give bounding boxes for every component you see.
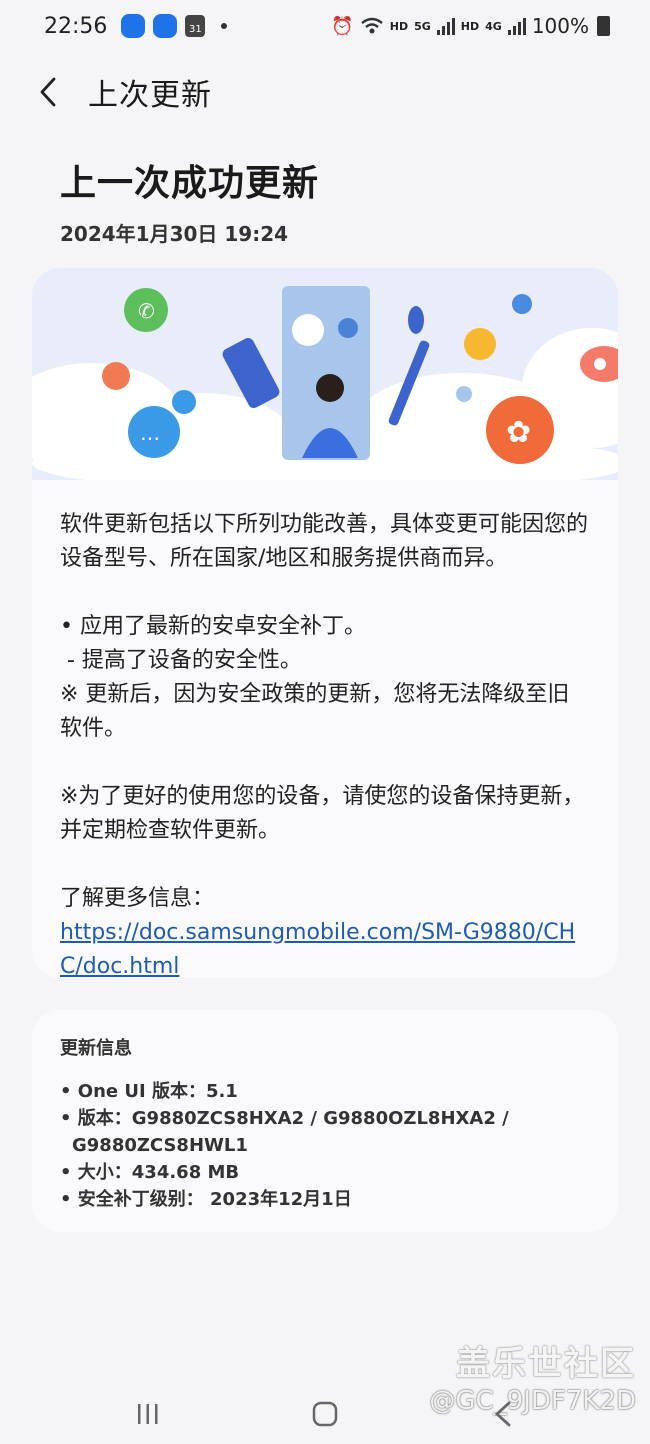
hd-badge-2: HD <box>460 19 480 33</box>
update-illustration: ✆ … ✿ <box>32 268 618 480</box>
security-patch-level: • 安全补丁级别： 2023年12月1日 <box>60 1189 352 1210</box>
build-version: • 版本：G9880ZCS8HXA2 / G9880OZL8HXA2 / <box>60 1108 509 1129</box>
battery-percent: 100% <box>531 14 589 38</box>
illustration-graphic: ✆ … ✿ <box>32 268 618 480</box>
watermark-community: 盖乐世社区 <box>456 1344 636 1384</box>
build-version-cont: G9880ZCS8HWL1 <box>72 1135 248 1156</box>
bullet-security-patch: • 应用了最新的安卓安全补丁。 <box>60 614 366 639</box>
notification-app-icon-2 <box>153 14 178 38</box>
alarm-icon: ⏰ <box>331 15 354 37</box>
update-details-card: ✆ … ✿ 软件更新包括以下所列功能改善，具体变更可能因您的设备型号、所在国家/… <box>32 268 618 978</box>
update-size: • 大小：434.68 MB <box>60 1162 240 1183</box>
navigation-bar <box>0 1384 650 1444</box>
more-notifications-dot-icon <box>221 23 228 29</box>
status-bar: 22:56 31 ⏰ HD 5G HD 4G 100% <box>0 0 650 52</box>
back-button[interactable] <box>18 62 78 122</box>
nav-back-icon <box>494 1401 511 1427</box>
bullet-security-sub: - 提高了设备的安全性。 <box>60 648 302 673</box>
recent-apps-button[interactable] <box>118 1392 178 1436</box>
notification-app-icon <box>121 14 146 38</box>
battery-icon <box>597 16 610 36</box>
signal-icon-2 <box>507 17 526 35</box>
recents-icon <box>138 1404 158 1424</box>
more-info-link[interactable]: https://doc.samsungmobile.com/SM-G9880/C… <box>60 916 590 978</box>
update-advice: ※为了更好的使用您的设备，请使您的设备保持更新，并定期检查软件更新。 <box>60 784 585 843</box>
status-time: 22:56 <box>44 13 108 39</box>
svg-text:…: … <box>140 421 160 445</box>
home-icon <box>312 1401 338 1427</box>
wifi-icon <box>360 17 383 34</box>
header-title: 上次更新 <box>88 78 212 113</box>
calendar-icon: 31 <box>185 15 206 37</box>
update-info-card: 更新信息 • One UI 版本：5.1 • 版本：G9880ZCS8HXA2 … <box>32 1010 618 1232</box>
update-date: 2024年1月30日 19:24 <box>60 222 289 246</box>
network-5g-label: 5G <box>414 19 431 33</box>
svg-text:✆: ✆ <box>138 299 155 323</box>
back-nav-button[interactable] <box>472 1392 532 1436</box>
page-title: 上一次成功更新 <box>60 163 320 204</box>
chevron-left-icon <box>40 77 56 107</box>
update-info-title: 更新信息 <box>60 1038 132 1059</box>
network-4g-label: 4G <box>485 19 502 33</box>
update-description: 软件更新包括以下所列功能改善，具体变更可能因您的设备型号、所在国家/地区和服务提… <box>32 480 618 978</box>
downgrade-note: ※ 更新后，因为安全政策的更新，您将无法降级至旧软件。 <box>60 682 570 741</box>
description-intro: 软件更新包括以下所列功能改善，具体变更可能因您的设备型号、所在国家/地区和服务提… <box>60 512 589 571</box>
one-ui-version: • One UI 版本：5.1 <box>60 1081 238 1102</box>
signal-icon <box>436 17 455 35</box>
home-button[interactable] <box>295 1392 355 1436</box>
more-info-label: 了解更多信息： <box>60 886 215 911</box>
app-header: 上次更新 <box>0 62 650 122</box>
hd-badge: HD <box>389 19 409 33</box>
svg-text:✿: ✿ <box>506 415 531 450</box>
